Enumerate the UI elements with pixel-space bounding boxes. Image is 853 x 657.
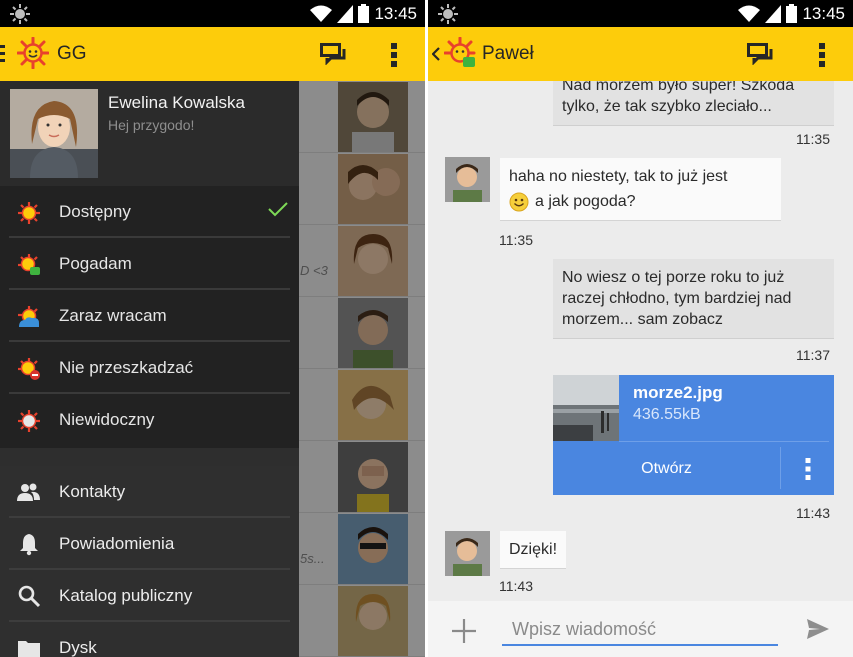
status-bar: 13:45	[0, 0, 425, 27]
status-invisible-icon	[18, 410, 40, 432]
contacts-icon	[17, 483, 40, 501]
menu-label: Kontakty	[59, 482, 126, 501]
battery-icon	[786, 4, 798, 23]
contact-status-icon[interactable]	[444, 37, 476, 69]
message-bubble-incoming[interactable]: haha no niestety, tak to już jest a jak …	[500, 158, 781, 221]
bell-icon	[20, 534, 38, 556]
profile-name: Ewelina Kowalska	[108, 93, 246, 112]
status-item-invisible[interactable]: Niewidoczny	[0, 394, 299, 446]
gg-notification-icon	[10, 4, 30, 24]
app-title: GG	[57, 43, 87, 64]
navigation-drawer: Ewelina Kowalska Hej przygodo! Dostępny …	[0, 81, 299, 657]
menu-item-notifications[interactable]: Powiadomienia	[0, 518, 299, 570]
message-text: haha no niestety, tak to już jest	[509, 168, 728, 185]
message-time: 11:35	[499, 232, 533, 248]
message-time: 11:35	[796, 131, 830, 147]
gg-logo-icon[interactable]	[17, 37, 49, 69]
more-vertical-icon	[805, 458, 810, 480]
file-name: morze2.jpg	[633, 383, 723, 402]
open-file-button[interactable]: Otwórz	[553, 447, 780, 491]
contact-avatar[interactable]	[445, 531, 490, 576]
drawer-menu: Kontakty Powiadomienia Katalog publiczny…	[0, 466, 299, 657]
message-input[interactable]	[502, 614, 778, 646]
status-item-available[interactable]: Dostępny	[0, 186, 299, 238]
message-text: Nad morzem było super! Szkoda tylko, że …	[562, 81, 795, 115]
message-list[interactable]: Nad morzem było super! Szkoda tylko, że …	[428, 81, 853, 601]
drawer-indicator-icon[interactable]	[0, 44, 6, 64]
message-text-continued: a jak pogoda?	[535, 193, 636, 210]
message-bubble-outgoing[interactable]: Nad morzem było super! Szkoda tylko, że …	[553, 81, 834, 126]
menu-label: Powiadomienia	[59, 534, 175, 553]
status-brb-icon	[18, 306, 39, 327]
left-screen: 13:45 GG D <3 5s... Ewelina Kowalska Hej…	[0, 0, 425, 657]
status-list: Dostępny Pogadam Zaraz wracam Nie przesz…	[0, 186, 299, 448]
file-more-button[interactable]	[781, 447, 834, 491]
file-attachment-card[interactable]: morze2.jpg 436.55kB Otwórz	[553, 375, 834, 495]
profile-header[interactable]: Ewelina Kowalska Hej przygodo!	[0, 81, 299, 186]
file-thumbnail[interactable]	[553, 375, 619, 441]
status-item-chatty[interactable]: Pogadam	[0, 238, 299, 290]
chat-title: Paweł	[482, 43, 534, 64]
status-item-dnd[interactable]: Nie przeszkadzać	[0, 342, 299, 394]
message-text: No wiesz o tej porze roku to już raczej …	[562, 269, 792, 328]
message-bubble-incoming[interactable]: Dzięki!	[500, 531, 567, 569]
file-size: 436.55kB	[633, 406, 701, 423]
app-bar: Paweł	[428, 27, 853, 81]
message-composer	[428, 601, 853, 657]
status-bar: 13:45	[428, 0, 853, 27]
signal-icon	[337, 4, 354, 23]
overflow-menu-icon[interactable]	[818, 42, 826, 68]
send-icon[interactable]	[805, 616, 831, 642]
contact-avatar[interactable]	[445, 157, 490, 202]
status-dnd-icon	[18, 358, 40, 380]
message-text: Dzięki!	[509, 541, 558, 558]
profile-avatar[interactable]	[10, 89, 98, 178]
message-time: 11:37	[796, 347, 830, 363]
folder-icon	[18, 641, 40, 657]
overflow-menu-icon[interactable]	[390, 42, 398, 68]
message-bubble-outgoing[interactable]: No wiesz o tej porze roku to już raczej …	[553, 259, 834, 339]
status-label: Pogadam	[59, 254, 132, 273]
selected-check-icon	[268, 202, 288, 217]
gg-notification-icon	[438, 4, 458, 24]
clock: 13:45	[802, 3, 845, 23]
conversations-icon[interactable]	[320, 43, 346, 65]
add-attachment-icon[interactable]	[448, 615, 480, 647]
profile-status-message[interactable]: Hej przygodo!	[108, 117, 194, 133]
smiley-emoji-icon	[509, 192, 529, 211]
wifi-icon	[310, 5, 333, 22]
wifi-icon	[738, 5, 761, 22]
status-label: Zaraz wracam	[59, 306, 167, 325]
status-item-brb[interactable]: Zaraz wracam	[0, 290, 299, 342]
menu-item-public-directory[interactable]: Katalog publiczny	[0, 570, 299, 622]
message-time: 11:43	[796, 505, 830, 521]
status-chatty-icon	[18, 254, 40, 275]
status-available-icon	[18, 202, 40, 224]
menu-label: Katalog publiczny	[59, 586, 193, 605]
conversations-icon[interactable]	[747, 43, 773, 65]
menu-item-disk[interactable]: Dysk	[0, 622, 299, 657]
menu-label: Dysk	[59, 638, 97, 657]
status-label: Dostępny	[59, 202, 131, 221]
search-icon	[18, 585, 41, 608]
clock: 13:45	[374, 3, 417, 23]
status-label: Nie przeszkadzać	[59, 358, 194, 377]
back-arrow-icon[interactable]	[432, 47, 440, 61]
battery-icon	[358, 4, 370, 23]
menu-item-contacts[interactable]: Kontakty	[0, 466, 299, 518]
message-time: 11:43	[499, 578, 533, 594]
right-screen: 13:45 Paweł Nad morzem było super! Szkod	[428, 0, 853, 657]
app-bar: GG	[0, 27, 425, 81]
divider	[619, 441, 829, 442]
signal-icon	[765, 4, 782, 23]
status-label: Niewidoczny	[59, 410, 155, 429]
